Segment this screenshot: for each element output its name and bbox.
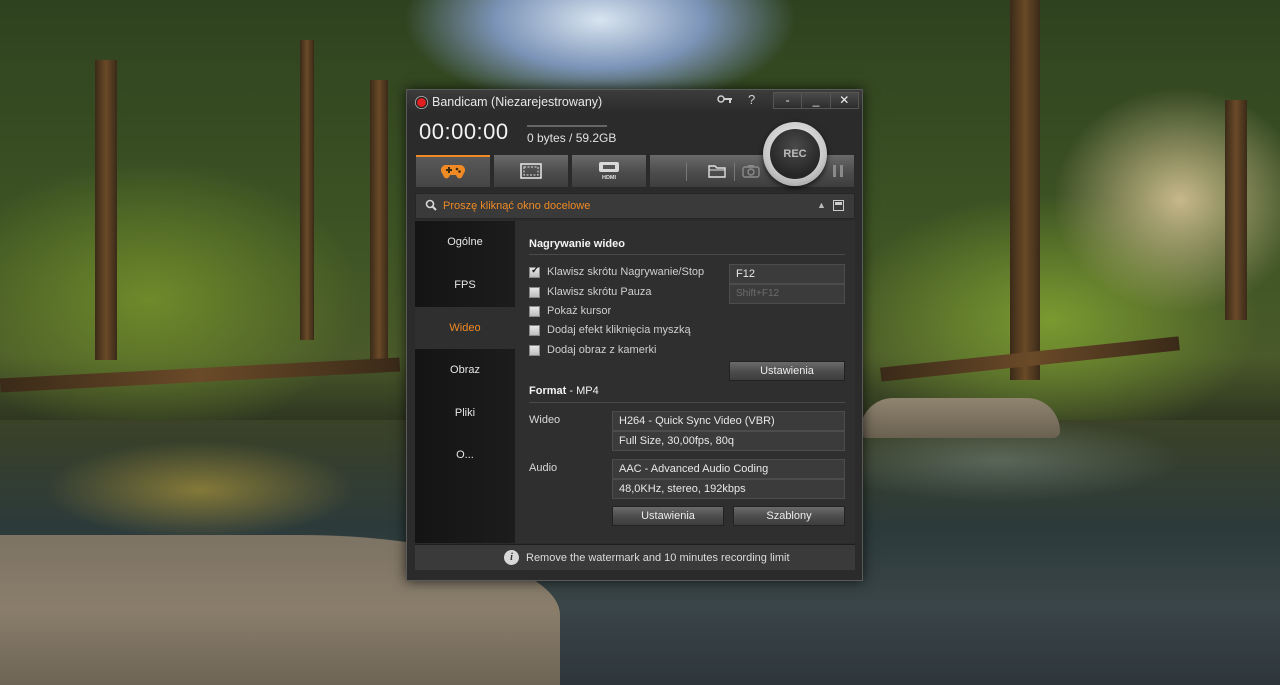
collapse-arrow-icon[interactable]: ▲ [817, 200, 826, 210]
search-icon [425, 199, 437, 211]
sidebar-item-general[interactable]: Ogólne [415, 221, 515, 263]
app-icon [415, 96, 428, 109]
fallen-log [0, 357, 401, 393]
svg-text:HDMI: HDMI [602, 175, 617, 181]
target-prompt: Proszę kliknąć okno docelowe [443, 200, 591, 212]
window-mode-icon[interactable] [833, 200, 844, 211]
settings-sidebar: Ogólne FPS Wideo Obraz Pliki O... [415, 221, 515, 543]
audio-label: Audio [529, 462, 558, 474]
format-container: - MP4 [569, 385, 599, 397]
game-mode-tab[interactable] [415, 154, 491, 188]
audio-details-field[interactable]: 48,0KHz, stereo, 192kbps [612, 479, 845, 499]
tree-trunk [95, 60, 117, 360]
audio-codec-field[interactable]: AAC - Advanced Audio Coding [612, 459, 845, 479]
target-window-bar[interactable]: Proszę kliknąć okno docelowe ▲ [415, 193, 855, 219]
divider [529, 254, 845, 255]
window-controls: - _ ✕ [773, 92, 859, 109]
checkmark-icon: ✓ [531, 265, 540, 276]
checkbox[interactable] [529, 345, 540, 356]
bandicam-window: Bandicam (Niezarejestrowany) ? - _ ✕ 00:… [406, 89, 863, 581]
pause-hotkey-field[interactable]: Shift+F12 [729, 284, 845, 304]
file-size-readout: 0 bytes / 59.2GB [527, 131, 617, 145]
record-button-label: REC [770, 129, 820, 179]
folder-icon[interactable] [708, 164, 726, 178]
watermark-notice-text: Remove the watermark and 10 minutes reco… [526, 552, 790, 564]
video-details-field[interactable]: Full Size, 30,00fps, 80q [612, 431, 845, 451]
section-title-format: Format - MP4 [529, 385, 599, 397]
screen-mode-tab[interactable] [493, 154, 569, 188]
minimize-button[interactable]: _ [802, 93, 831, 108]
sidebar-item-files[interactable]: Pliki [415, 392, 515, 434]
sidebar-item-video[interactable]: Wideo [415, 307, 515, 349]
checkbox[interactable] [529, 306, 540, 317]
camera-icon[interactable] [742, 164, 760, 178]
section-title-recording: Nagrywanie wideo [529, 238, 625, 250]
option-label: Klawisz skrótu Pauza [547, 286, 652, 298]
templates-button[interactable]: Szablony [733, 506, 845, 526]
key-icon[interactable] [717, 93, 733, 108]
record-button[interactable]: REC [763, 122, 827, 186]
pause-icon[interactable] [832, 164, 844, 178]
option-label: Dodaj obraz z kamerki [547, 344, 657, 356]
video-settings-panel: Nagrywanie wideo ✓ Klawisz skrótu Nagryw… [515, 221, 855, 543]
divider [529, 402, 845, 403]
hdmi-mode-tab[interactable]: HDMI [571, 154, 647, 188]
tree-trunk [1225, 100, 1247, 320]
sidebar-item-about[interactable]: O... [415, 434, 515, 476]
tree-trunk [370, 80, 388, 360]
record-hotkey-field[interactable]: F12 [729, 264, 845, 284]
help-icon[interactable]: ? [748, 92, 755, 107]
format-title: Format [529, 385, 567, 397]
screen-rectangle-icon [520, 163, 542, 179]
tree-trunk [300, 40, 314, 340]
sidebar-item-fps[interactable]: FPS [415, 264, 515, 306]
sidebar-item-image[interactable]: Obraz [415, 349, 515, 391]
video-codec-field[interactable]: H264 - Quick Sync Video (VBR) [612, 411, 845, 431]
recording-settings-button[interactable]: Ustawienia [729, 361, 845, 381]
watermark-notice-bar[interactable]: i Remove the watermark and 10 minutes re… [415, 544, 855, 570]
recording-timer: 00:00:00 [419, 119, 509, 144]
minimize-to-tray-button[interactable]: - [774, 93, 803, 108]
title-bar[interactable]: Bandicam (Niezarejestrowany) ? - _ ✕ [407, 90, 862, 114]
checkbox[interactable]: ✓ [529, 265, 540, 278]
option-label: Klawisz skrótu Nagrywanie/Stop [547, 266, 705, 278]
checkbox[interactable] [529, 287, 540, 298]
format-settings-button[interactable]: Ustawienia [612, 506, 724, 526]
checkbox[interactable] [529, 325, 540, 336]
hdmi-device-icon: HDMI [599, 162, 619, 181]
window-title: Bandicam (Niezarejestrowany) [432, 95, 603, 109]
gravel-bank [860, 398, 1060, 438]
tree-trunk [1010, 0, 1040, 380]
option-label: Dodaj efekt kliknięcia myszką [547, 324, 691, 336]
info-icon: i [504, 550, 519, 565]
close-button[interactable]: ✕ [831, 93, 858, 108]
size-progress-bar [527, 125, 607, 127]
gamepad-icon [441, 165, 465, 179]
option-label: Pokaż kursor [547, 305, 612, 317]
video-label: Wideo [529, 414, 561, 426]
